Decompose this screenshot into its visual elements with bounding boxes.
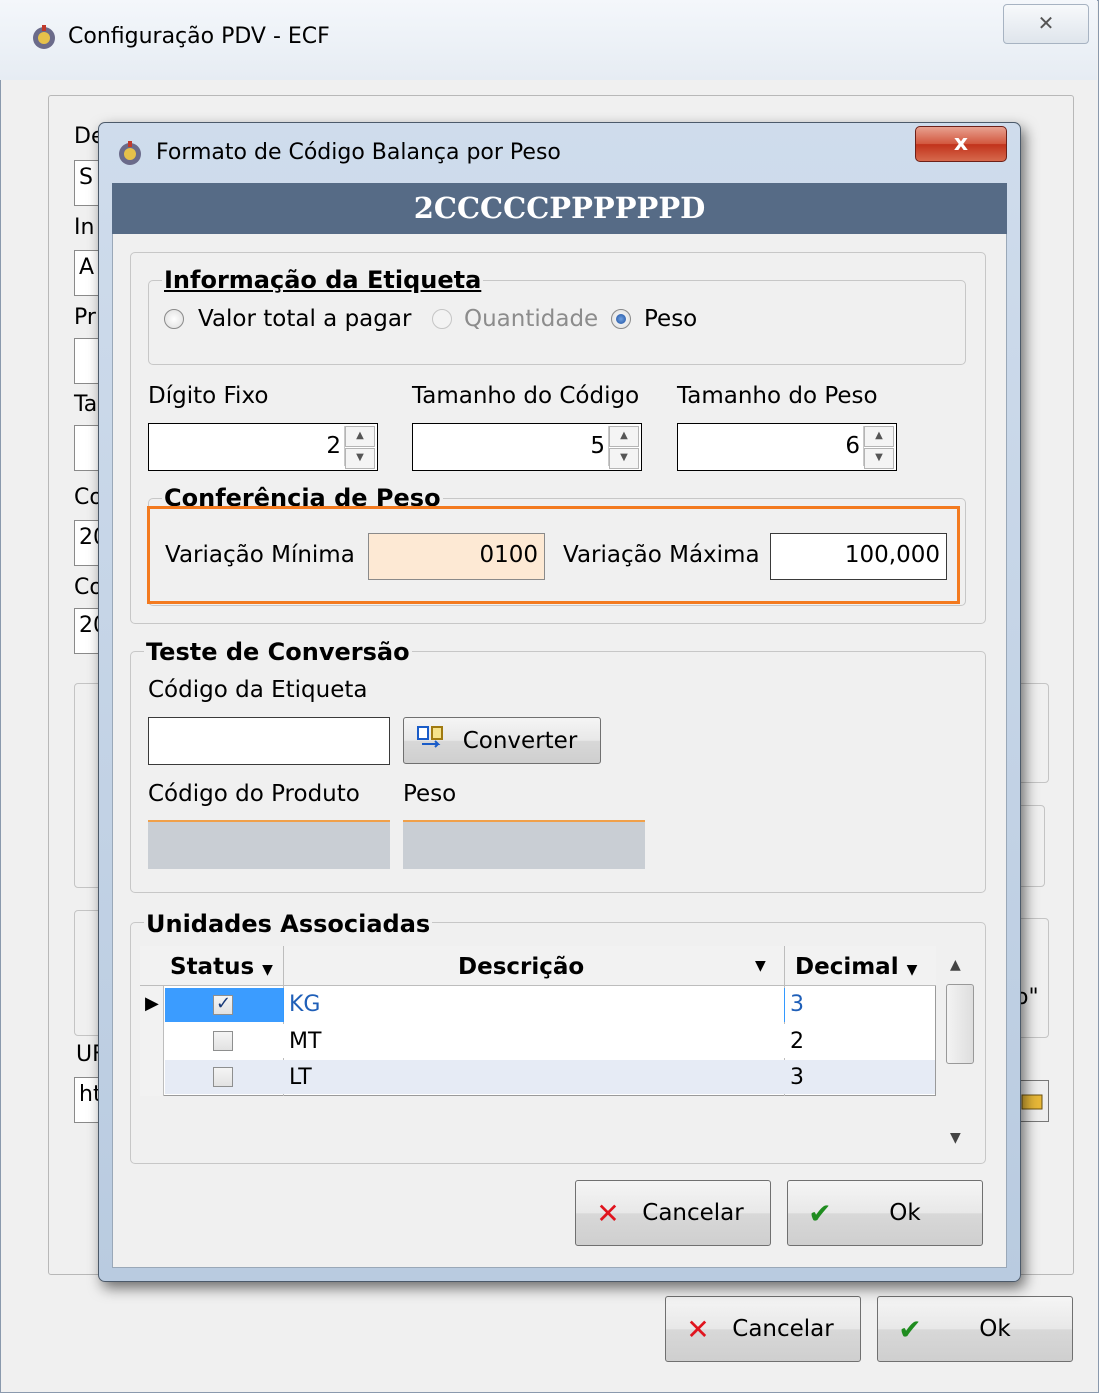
dialog-icon	[116, 140, 144, 168]
code-size-value: 5	[590, 433, 605, 459]
spin-up-icon[interactable]: ▲	[609, 426, 639, 447]
spin-up-icon[interactable]: ▲	[864, 426, 894, 447]
conversion-test-title: Teste de Conversão	[144, 638, 412, 666]
outer-ok-button[interactable]: ✔ Ok	[877, 1296, 1073, 1362]
radio-total-value-label: Valor total a pagar	[198, 306, 412, 332]
app-icon	[30, 24, 58, 52]
col-status-header[interactable]: Status ▼	[170, 954, 273, 980]
check-icon: ✔	[808, 1196, 832, 1230]
radio-quantity-label: Quantidade	[464, 306, 599, 332]
description-cell	[284, 988, 784, 1022]
radio-quantity	[432, 309, 452, 329]
status-checkbox[interactable]	[213, 1031, 233, 1051]
x-icon: ✕	[686, 1312, 710, 1346]
convert-icon	[416, 724, 450, 758]
dialog-ok-button[interactable]: ✔ Ok	[787, 1180, 983, 1246]
dropdown-icon: ▼	[906, 962, 918, 978]
weight-size-label: Tamanho do Peso	[677, 383, 878, 409]
table-row[interactable]	[165, 1060, 935, 1094]
row-decimal: 2	[790, 1029, 804, 1054]
scrollbar-thumb[interactable]	[946, 984, 974, 1064]
scroll-down-icon[interactable]: ▼	[950, 1130, 961, 1146]
spin-down-icon[interactable]: ▼	[864, 448, 894, 469]
close-icon: ✕	[1037, 11, 1055, 35]
dropdown-icon: ▼	[262, 962, 273, 978]
spin-arrows[interactable]: ▲ ▼	[608, 426, 639, 469]
label-code-label: Código da Etiqueta	[148, 677, 368, 703]
units-title: Unidades Associadas	[144, 910, 433, 938]
spin-down-icon[interactable]: ▼	[345, 448, 375, 469]
fixed-digit-label: Dígito Fixo	[148, 383, 269, 409]
dropdown-icon[interactable]: ▼	[755, 958, 766, 974]
weight-size-spin[interactable]: 6 ▲ ▼	[677, 423, 897, 471]
product-code-output	[148, 820, 390, 869]
outer-window-title: Configuração PDV - ECF	[68, 24, 330, 49]
dialog-cancel-button[interactable]: ✕ Cancelar	[575, 1180, 771, 1246]
max-variation-label: Variação Máxima	[563, 542, 760, 568]
row-decimal: 3	[790, 1065, 804, 1090]
current-row-arrow-icon: ▶	[145, 993, 159, 1014]
code-size-spin[interactable]: 5 ▲ ▼	[412, 423, 642, 471]
outer-cancel-button[interactable]: ✕ Cancelar	[665, 1296, 861, 1362]
dialog-title: Formato de Código Balança por Peso	[156, 140, 561, 165]
row-description: LT	[289, 1065, 312, 1090]
peek-label: Ta	[74, 392, 98, 417]
radio-weight-label: Peso	[644, 306, 698, 332]
spin-up-icon[interactable]: ▲	[345, 426, 375, 447]
label-code-input[interactable]	[148, 717, 390, 765]
status-checkbox[interactable]	[213, 1067, 233, 1087]
min-variation-input[interactable]: 0100	[368, 533, 545, 580]
radio-total-value[interactable]	[164, 309, 184, 329]
radio-weight[interactable]	[611, 309, 631, 329]
spin-down-icon[interactable]: ▼	[609, 448, 639, 469]
fixed-digit-spin[interactable]: 2 ▲ ▼	[148, 423, 378, 471]
label-info-title: Informação da Etiqueta	[162, 266, 484, 294]
peek-label: In	[74, 215, 95, 240]
weight-output	[403, 820, 645, 869]
fixed-digit-value: 2	[326, 433, 341, 459]
decimal-cell	[785, 988, 935, 1022]
outer-close-button[interactable]: ✕	[1003, 4, 1089, 44]
spin-arrows[interactable]: ▲ ▼	[344, 426, 375, 469]
status-checkbox[interactable]	[213, 993, 233, 1015]
weight-label: Peso	[403, 781, 457, 807]
row-description: KG	[289, 992, 321, 1017]
convert-button[interactable]: Converter	[403, 717, 601, 764]
product-code-label: Código do Produto	[148, 781, 360, 807]
max-variation-input[interactable]: 100,000	[770, 533, 947, 580]
col-decimal-header[interactable]: Decimal ▼	[795, 954, 917, 980]
x-icon: ✕	[596, 1196, 620, 1230]
weight-check-title: Conferência de Peso	[162, 484, 443, 506]
peek-label: Pr	[74, 305, 96, 330]
code-format-header: 2CCCCCPPPPPPD	[112, 183, 1007, 234]
scroll-up-icon[interactable]: ▲	[950, 957, 961, 973]
close-icon: x	[953, 131, 969, 156]
table-row[interactable]	[165, 1024, 935, 1058]
code-size-label: Tamanho do Código	[412, 383, 640, 409]
row-description: MT	[289, 1029, 322, 1054]
dialog-close-button[interactable]: x	[915, 126, 1007, 162]
col-description-header[interactable]: Descrição	[458, 954, 584, 980]
check-icon: ✔	[898, 1312, 922, 1346]
spin-arrows[interactable]: ▲ ▼	[863, 426, 894, 469]
min-variation-label: Variação Mínima	[165, 542, 355, 568]
row-decimal: 3	[790, 992, 804, 1017]
weight-size-value: 6	[845, 433, 860, 459]
